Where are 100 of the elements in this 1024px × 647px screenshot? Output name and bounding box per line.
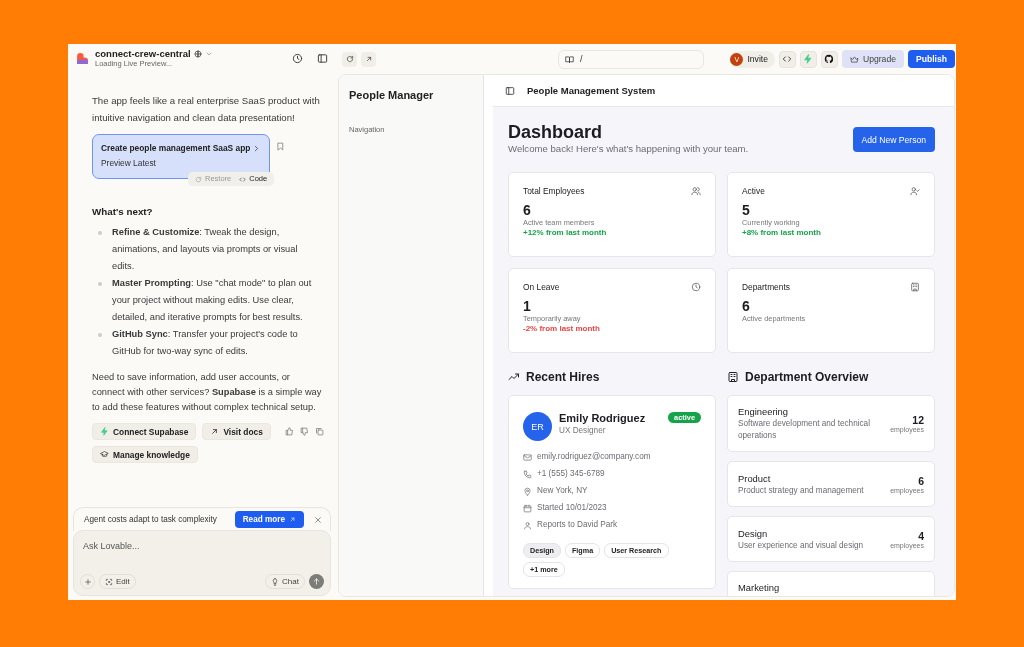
visit-docs-button[interactable]: Visit docs — [202, 423, 271, 440]
stat-value: 6 — [742, 298, 751, 314]
message-text: Need to save information, add user accounts, or connect with other services? Supabase is a simple way to add these features without complex technical setup. — [92, 371, 322, 414]
bolt-icon — [803, 54, 814, 64]
stat-change: +12% from last month — [523, 228, 607, 238]
department-description: User experience and visual design — [738, 539, 865, 552]
app-title: People Management System — [527, 85, 656, 96]
stat-title: Active — [742, 186, 765, 196]
clock-icon — [691, 282, 701, 292]
detail-text: emily.rodriguez@company.com — [537, 451, 651, 463]
trend-up-icon — [508, 371, 520, 383]
user-check-icon — [910, 186, 920, 196]
publish-button[interactable]: Publish — [907, 50, 955, 68]
stat-title: On Leave — [523, 282, 560, 292]
github-icon — [824, 54, 835, 64]
department-name: Marketing — [738, 581, 780, 594]
stat-change: -2% from last month — [523, 324, 600, 334]
department-name: Product — [738, 471, 772, 485]
code-icon — [782, 54, 793, 64]
phone-icon — [523, 469, 532, 479]
employee-count: 4 — [918, 529, 924, 542]
arrow-up-right-icon — [364, 55, 373, 63]
upgrade-button[interactable]: Upgrade — [842, 50, 904, 68]
lightbulb-icon — [271, 577, 280, 586]
person-avatar: ER — [523, 412, 552, 441]
stat-change: +8% from last month — [742, 228, 821, 238]
stat-value: 1 — [523, 298, 532, 314]
restore-icon — [195, 175, 202, 183]
read-more-button[interactable]: Read more — [234, 511, 304, 528]
stat-value: 5 — [742, 202, 751, 218]
department-description: Product strategy and management — [738, 484, 865, 497]
page-title: Dashboard — [508, 121, 604, 143]
add-button[interactable] — [80, 574, 95, 589]
refresh-button[interactable] — [342, 51, 357, 67]
calendar-icon — [523, 503, 532, 513]
thumbs-down-icon[interactable] — [299, 427, 309, 436]
arrow-up-icon — [312, 577, 321, 586]
copy-icon[interactable] — [314, 427, 324, 436]
bolt-icon — [100, 427, 109, 436]
list-item: GitHub Sync: Transfer your project's code to GitHub for two-way sync of edits. — [112, 328, 299, 358]
version-subtitle: Preview Latest — [101, 157, 157, 170]
code-view-button[interactable] — [779, 50, 796, 68]
add-person-button[interactable]: Add New Person — [852, 127, 935, 152]
sidebar-toggle-icon[interactable] — [317, 52, 328, 64]
bullet-dot — [98, 333, 102, 337]
connect-supabase-button[interactable]: Connect Supabase — [92, 423, 197, 440]
person-name: Emily Rodriguez — [559, 411, 647, 426]
chat-mode-button[interactable]: Chat — [265, 574, 305, 589]
graduation-cap-icon — [100, 450, 109, 459]
bullet-dot — [98, 231, 102, 235]
chevron-right-icon — [252, 144, 261, 153]
stat-value: 6 — [523, 202, 532, 218]
stat-title: Total Employees — [523, 186, 585, 196]
person-role: UX Designer — [559, 426, 607, 435]
notice-text: Agent costs adapt to task complexity — [84, 515, 218, 524]
message-text: The app feels like a real enterprise SaaS product with intuitive navigation and clean data presentation! — [92, 94, 321, 125]
globe-icon — [193, 49, 202, 58]
crown-icon — [850, 54, 859, 64]
open-external-button[interactable] — [361, 51, 376, 67]
thumbs-up-icon[interactable] — [284, 427, 294, 436]
department-name: Design — [738, 526, 769, 540]
section-heading: What's next? — [92, 205, 154, 219]
refresh-icon — [345, 55, 354, 63]
app-brand: People Manager — [349, 89, 435, 101]
list-item: Refine & Customize: Tweak the design, animations, and layouts via prompts or visual edits. — [112, 226, 299, 273]
chat-input-field[interactable]: Ask Lovable... — [80, 539, 324, 553]
close-icon[interactable] — [314, 515, 322, 524]
list-item: Master Prompting: Use "chat mode" to plan out your project without making edits. Use clear, detailed, and iterative prompts for best results. — [112, 277, 313, 324]
detail-text: Started 10/01/2023 — [537, 502, 607, 514]
arrow-up-right-icon — [289, 516, 296, 523]
employee-count: 12 — [912, 414, 924, 426]
detail-text: New York, NY — [537, 485, 588, 497]
building-icon — [727, 371, 739, 383]
building-icon — [910, 282, 920, 292]
map-pin-icon — [523, 486, 532, 496]
send-button[interactable] — [309, 574, 324, 589]
users-icon — [691, 186, 701, 196]
github-button[interactable] — [821, 50, 838, 68]
version-title: Create people management SaaS app — [101, 142, 251, 155]
book-icon — [565, 54, 574, 64]
person-icon — [523, 520, 532, 530]
detail-text: Reports to David Park — [537, 519, 618, 531]
sidebar-toggle-icon[interactable] — [505, 85, 515, 96]
logo-icon — [76, 51, 89, 65]
detail-text: +1 (555) 345-6789 — [537, 468, 605, 480]
bullet-dot — [98, 282, 102, 286]
edit-button[interactable]: Edit — [99, 574, 136, 589]
url-field[interactable]: / — [558, 49, 704, 69]
plus-icon — [83, 577, 92, 586]
arrow-up-right-icon — [210, 427, 220, 436]
section-title: Recent Hires — [526, 370, 600, 384]
bookmark-icon — [276, 142, 285, 151]
project-name[interactable]: connect-crew-central — [95, 48, 191, 59]
history-icon[interactable] — [292, 52, 303, 64]
mail-icon — [523, 452, 532, 462]
department-description: Software development and technical operations — [738, 418, 871, 442]
scan-icon — [105, 577, 113, 586]
employee-count: 6 — [918, 474, 924, 487]
section-title: Department Overview — [745, 370, 869, 384]
manage-knowledge-button[interactable]: Manage knowledge — [92, 446, 198, 463]
